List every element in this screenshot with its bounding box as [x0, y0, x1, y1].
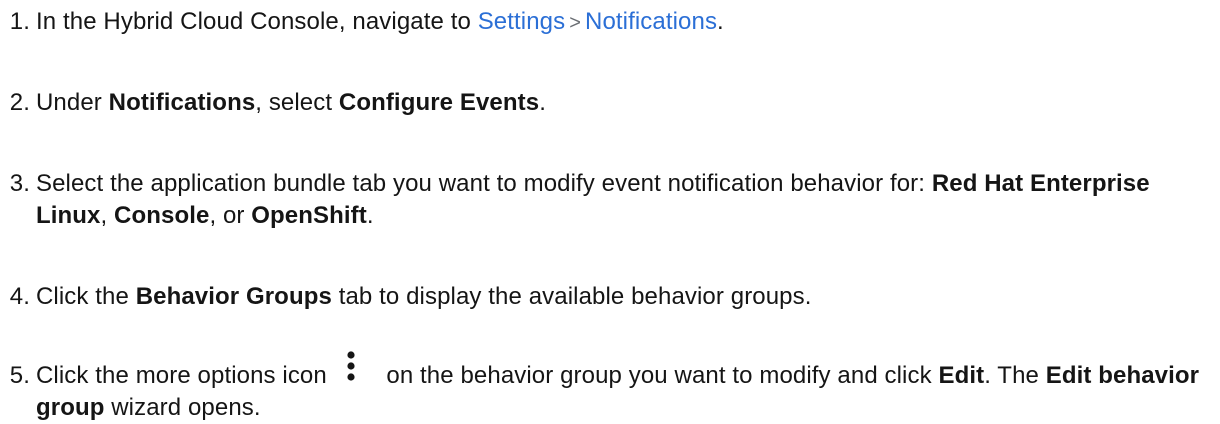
step-number: 1. — [9, 8, 30, 35]
step-3: 3. Select the application bundle tab you… — [0, 168, 1220, 232]
step-number: 4. — [9, 283, 30, 310]
step-text: on the behavior group you want to modify… — [379, 362, 939, 389]
step-text: Select the application bundle tab you wa… — [36, 170, 932, 197]
step-text: , or — [209, 202, 252, 229]
step-text: Under — [36, 89, 109, 116]
step-number: 3. — [9, 170, 30, 197]
step-text: wizard opens. — [104, 394, 261, 421]
step-4: 4. Click the Behavior Groups tab to displ… — [0, 281, 812, 313]
step-text: Click the more options icon — [36, 362, 334, 389]
settings-link[interactable]: Settings — [478, 8, 566, 35]
step-body: Click the more options icon on the behav… — [36, 351, 1220, 424]
step-text: In the Hybrid Cloud Console, navigate to — [36, 8, 478, 35]
console-label: Console — [114, 202, 210, 229]
kebab-vertical-icon — [334, 351, 380, 392]
notifications-link[interactable]: Notifications — [585, 8, 717, 35]
edit-label: Edit — [938, 362, 985, 389]
step-body: Select the application bundle tab you wa… — [36, 168, 1220, 232]
breadcrumb-separator: > — [569, 12, 582, 34]
step-text: Click the — [36, 283, 136, 310]
step-text: . — [366, 202, 374, 229]
openshift-label: OpenShift — [251, 202, 367, 229]
step-text: . — [717, 8, 724, 35]
step-number: 2. — [9, 89, 30, 116]
step-2: 2. Under Notifications, select Configure … — [0, 87, 546, 119]
step-1: 1. In the Hybrid Cloud Console, navigate … — [0, 6, 724, 39]
step-text: , select — [255, 89, 339, 116]
step-text: . The — [984, 362, 1046, 389]
procedure-steps: 1. In the Hybrid Cloud Console, navigate … — [0, 0, 1220, 421]
step-number: 5. — [9, 362, 30, 389]
step-text: , — [100, 202, 115, 229]
behavior-groups-label: Behavior Groups — [135, 283, 332, 310]
step-text: . — [539, 89, 546, 116]
notifications-label: Notifications — [108, 89, 256, 116]
step-text: tab to display the available behavior gr… — [331, 283, 812, 310]
step-5: 5. Click the more options icon on the be… — [0, 351, 1220, 424]
configure-events-label: Configure Events — [338, 89, 540, 116]
